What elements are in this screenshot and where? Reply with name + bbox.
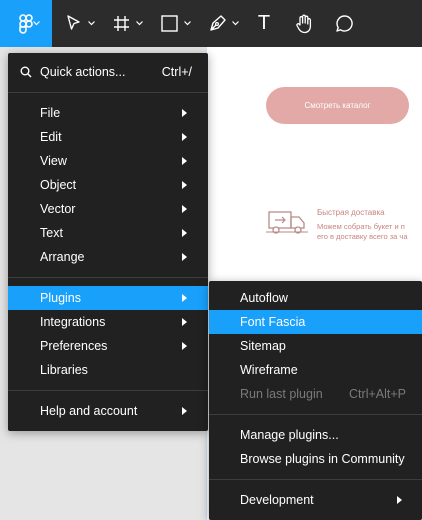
menu-item-label: Integrations bbox=[40, 315, 106, 329]
menu-separator bbox=[8, 277, 208, 278]
move-tool-icon bbox=[67, 15, 80, 30]
menu-item-font-fascia[interactable]: Font Fascia bbox=[209, 310, 422, 334]
menu-item-view[interactable]: View bbox=[8, 149, 208, 173]
menu-item-label: Browse plugins in Community bbox=[240, 452, 405, 466]
menu-item-file[interactable]: File bbox=[8, 101, 208, 125]
chevron-down-icon bbox=[33, 21, 40, 26]
submenu-arrow-icon bbox=[397, 496, 402, 504]
menu-item-label: Quick actions... bbox=[40, 65, 126, 79]
menu-item-label: Plugins bbox=[40, 291, 81, 305]
submenu-arrow-icon bbox=[182, 133, 187, 141]
menu-item-label: Preferences bbox=[40, 339, 108, 353]
hand-tool-button[interactable] bbox=[290, 0, 318, 47]
submenu-arrow-icon bbox=[182, 294, 187, 302]
menu-item-label: Object bbox=[40, 178, 77, 192]
menu-item-quick-actions[interactable]: Quick actions... Ctrl+/ bbox=[8, 60, 208, 84]
frame-tool-button[interactable] bbox=[104, 0, 146, 47]
delivery-text-line: Можем собрать букет и п bbox=[317, 222, 405, 231]
menu-item-label: Font Fascia bbox=[240, 315, 306, 329]
main-menu: Quick actions... Ctrl+/ File Edit View O… bbox=[8, 53, 208, 431]
comment-tool-icon bbox=[335, 15, 353, 32]
menu-item-autoflow[interactable]: Autoflow bbox=[209, 286, 422, 310]
menu-item-label: Arrange bbox=[40, 250, 85, 264]
menu-separator bbox=[8, 390, 208, 391]
menu-item-wireframe[interactable]: Wireframe bbox=[209, 358, 422, 382]
main-menu-button[interactable] bbox=[0, 0, 52, 47]
menu-item-edit[interactable]: Edit bbox=[8, 125, 208, 149]
chevron-down-icon bbox=[184, 21, 191, 26]
menu-separator bbox=[8, 92, 208, 93]
pen-tool-icon bbox=[210, 15, 226, 31]
menu-item-manage-plugins[interactable]: Manage plugins... bbox=[209, 423, 422, 447]
submenu-arrow-icon bbox=[182, 205, 187, 213]
chevron-down-icon bbox=[136, 21, 143, 26]
submenu-arrow-icon bbox=[182, 157, 187, 165]
submenu-arrow-icon bbox=[182, 229, 187, 237]
menu-item-object[interactable]: Object bbox=[8, 173, 208, 197]
menu-item-label: Edit bbox=[40, 130, 62, 144]
menu-item-vector[interactable]: Vector bbox=[8, 197, 208, 221]
search-icon bbox=[20, 66, 32, 78]
frame-tool-icon bbox=[114, 16, 129, 31]
submenu-arrow-icon bbox=[182, 342, 187, 350]
toolbar: T bbox=[0, 0, 422, 47]
move-tool-button[interactable] bbox=[58, 0, 100, 47]
menu-item-browse-plugins[interactable]: Browse plugins in Community bbox=[209, 447, 422, 471]
submenu-arrow-icon bbox=[182, 253, 187, 261]
menu-item-preferences[interactable]: Preferences bbox=[8, 334, 208, 358]
menu-item-label: Sitemap bbox=[240, 339, 286, 353]
pen-tool-button[interactable] bbox=[203, 0, 245, 47]
menu-item-sitemap[interactable]: Sitemap bbox=[209, 334, 422, 358]
menu-item-shortcut: Ctrl+/ bbox=[161, 65, 192, 79]
delivery-text-line: его в доставку всего за ча bbox=[317, 231, 408, 241]
menu-item-label: Help and account bbox=[40, 404, 138, 418]
menu-item-label: View bbox=[40, 154, 67, 168]
submenu-arrow-icon bbox=[182, 407, 187, 415]
shape-tool-button[interactable] bbox=[152, 0, 194, 47]
text-tool-icon: T bbox=[257, 12, 271, 34]
menu-item-label: Development bbox=[240, 493, 314, 507]
chevron-down-icon bbox=[232, 21, 239, 26]
menu-item-label: Vector bbox=[40, 202, 76, 216]
menu-item-run-last-plugin: Run last plugin Ctrl+Alt+P bbox=[209, 382, 422, 406]
menu-item-label: Autoflow bbox=[240, 291, 288, 305]
menu-item-shortcut: Ctrl+Alt+P bbox=[349, 387, 406, 401]
submenu-arrow-icon bbox=[182, 109, 187, 117]
menu-item-text[interactable]: Text bbox=[8, 221, 208, 245]
menu-item-label: Text bbox=[40, 226, 63, 240]
delivery-title: Быстрая доставка bbox=[317, 208, 385, 217]
menu-item-development[interactable]: Development bbox=[209, 488, 422, 512]
submenu-arrow-icon bbox=[182, 181, 187, 189]
comment-tool-button[interactable] bbox=[330, 0, 358, 47]
figma-main-menu-icon bbox=[19, 13, 33, 34]
delivery-truck-icon bbox=[266, 211, 308, 234]
text-tool-button[interactable]: T bbox=[250, 0, 278, 47]
hand-tool-icon bbox=[295, 14, 311, 33]
menu-item-libraries[interactable]: Libraries bbox=[8, 358, 208, 382]
menu-item-plugins[interactable]: Plugins bbox=[8, 286, 208, 310]
menu-separator bbox=[209, 414, 422, 415]
plugins-submenu: Autoflow Font Fascia Sitemap Wireframe R… bbox=[209, 281, 422, 520]
menu-item-label: Run last plugin bbox=[240, 387, 323, 401]
menu-item-integrations[interactable]: Integrations bbox=[8, 310, 208, 334]
delivery-description: Можем собрать букет и п его в доставку в… bbox=[317, 222, 422, 241]
menu-item-arrange[interactable]: Arrange bbox=[8, 245, 208, 269]
menu-item-label: Manage plugins... bbox=[240, 428, 339, 442]
catalog-button-design[interactable]: Смотреть каталог bbox=[266, 87, 409, 124]
chevron-down-icon bbox=[88, 21, 95, 26]
menu-item-help-and-account[interactable]: Help and account bbox=[8, 399, 208, 423]
menu-item-label: File bbox=[40, 106, 61, 120]
shape-tool-icon bbox=[161, 15, 178, 32]
submenu-arrow-icon bbox=[182, 318, 187, 326]
menu-item-label: Libraries bbox=[40, 363, 88, 377]
menu-item-label: Wireframe bbox=[240, 363, 298, 377]
menu-separator bbox=[209, 479, 422, 480]
